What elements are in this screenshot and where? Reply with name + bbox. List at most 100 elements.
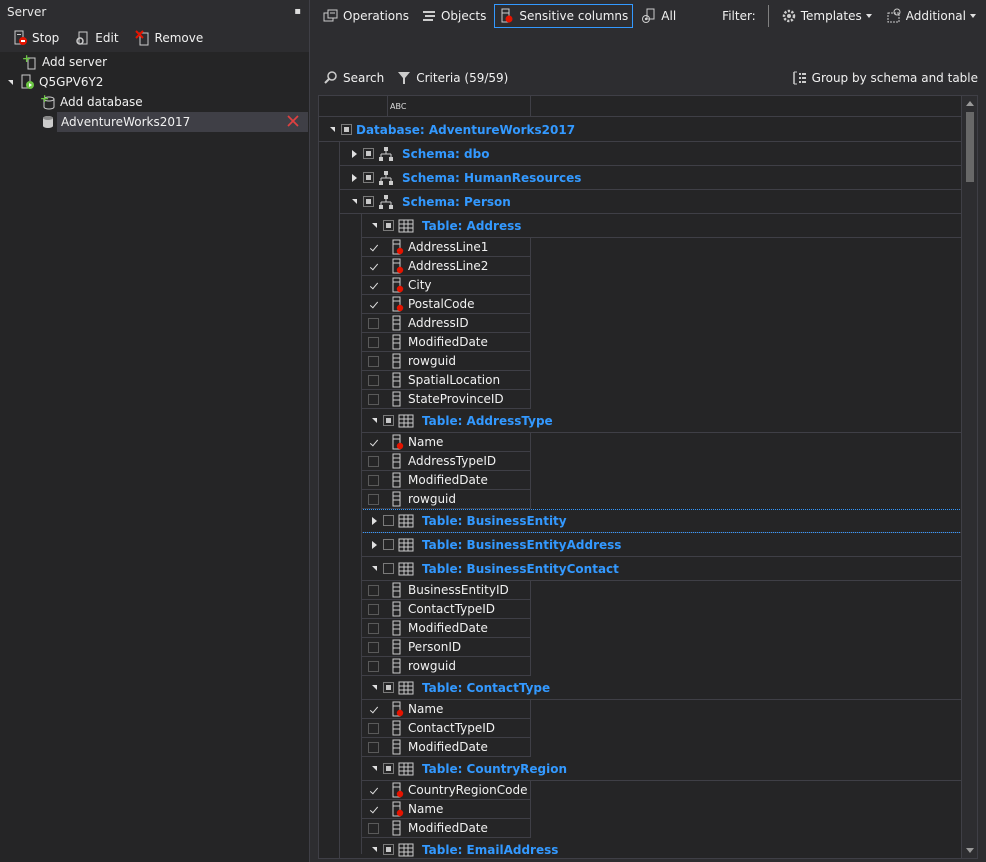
- table-node[interactable]: Table: EmailAddress: [361, 838, 962, 858]
- column-row[interactable]: rowguid: [361, 490, 531, 509]
- remove-button[interactable]: Remove: [131, 28, 208, 48]
- column-row[interactable]: Name: [361, 433, 531, 452]
- column-row[interactable]: ModifiedDate: [361, 333, 531, 352]
- column-row[interactable]: AddressID: [361, 314, 531, 333]
- checkbox-checked[interactable]: [368, 803, 379, 815]
- stop-button[interactable]: Stop: [8, 28, 63, 48]
- schema-node[interactable]: Schema: HumanResources: [339, 166, 962, 190]
- column-row[interactable]: BusinessEntityID: [361, 581, 531, 600]
- column-row[interactable]: ContactTypeID: [361, 719, 531, 738]
- checkbox-unchecked[interactable]: [368, 393, 379, 405]
- collapse-arrow-icon[interactable]: [369, 540, 379, 549]
- checkbox-unchecked[interactable]: [368, 493, 379, 505]
- checkbox-unchecked[interactable]: [368, 641, 379, 653]
- pin-icon[interactable]: ▪: [294, 0, 301, 24]
- database-node[interactable]: AdventureWorks2017: [0, 112, 309, 132]
- group-by-toggle[interactable]: Group by schema and table: [792, 66, 978, 90]
- server-node[interactable]: Q5GPV6Y2: [0, 72, 309, 92]
- column-row[interactable]: SpatialLocation: [361, 371, 531, 390]
- schema-node[interactable]: Schema: Person: [339, 190, 962, 214]
- checkbox-indeterminate[interactable]: [383, 844, 394, 855]
- checkbox-unchecked[interactable]: [368, 317, 379, 329]
- column-row[interactable]: ContactTypeID: [361, 600, 531, 619]
- column-row[interactable]: ModifiedDate: [361, 471, 531, 490]
- checkbox-unchecked[interactable]: [368, 741, 379, 753]
- checkbox-indeterminate[interactable]: [383, 415, 394, 426]
- scroll-up-icon[interactable]: [966, 101, 974, 106]
- checkbox-unchecked[interactable]: [368, 603, 379, 615]
- all-button[interactable]: All: [637, 4, 680, 28]
- expand-arrow-icon[interactable]: [369, 766, 379, 771]
- table-node[interactable]: Table: AddressType: [361, 409, 962, 433]
- checkbox-indeterminate[interactable]: [383, 763, 394, 774]
- scroll-thumb[interactable]: [966, 112, 974, 182]
- checkbox-unchecked[interactable]: [368, 622, 379, 634]
- expand-arrow-icon[interactable]: [369, 847, 379, 852]
- column-row[interactable]: AddressLine2: [361, 257, 531, 276]
- checkbox-checked[interactable]: [368, 298, 379, 310]
- column-row[interactable]: Name: [361, 700, 531, 719]
- checkbox-unchecked[interactable]: [368, 822, 379, 834]
- expand-arrow-icon[interactable]: [369, 566, 379, 571]
- table-node[interactable]: Table: Address: [361, 214, 962, 238]
- table-node[interactable]: Table: BusinessEntity: [361, 509, 962, 533]
- checkbox-unchecked[interactable]: [368, 455, 379, 467]
- checkbox-unchecked[interactable]: [368, 474, 379, 486]
- templates-button[interactable]: Templates: [781, 4, 872, 28]
- checkbox-unchecked[interactable]: [383, 563, 394, 574]
- checkbox-unchecked[interactable]: [383, 515, 394, 526]
- expand-arrow-icon[interactable]: [369, 418, 379, 423]
- checkbox-checked[interactable]: [368, 279, 379, 291]
- column-row[interactable]: AddressTypeID: [361, 452, 531, 471]
- checkbox-indeterminate[interactable]: [363, 196, 374, 207]
- expand-arrow-icon[interactable]: [369, 223, 379, 228]
- search-button[interactable]: Search: [323, 66, 384, 90]
- collapse-arrow-icon[interactable]: [369, 516, 379, 525]
- collapse-arrow-icon[interactable]: [349, 173, 359, 182]
- column-row[interactable]: StateProvinceID: [361, 390, 531, 409]
- checkbox-checked[interactable]: [368, 436, 379, 448]
- checkbox-checked[interactable]: [368, 703, 379, 715]
- checkbox-unchecked[interactable]: [368, 584, 379, 596]
- table-node[interactable]: Table: ContactType: [361, 676, 962, 700]
- checkbox-indeterminate[interactable]: [341, 124, 352, 135]
- column-row[interactable]: PersonID: [361, 638, 531, 657]
- criteria-button[interactable]: Criteria (59/59): [396, 66, 508, 90]
- checkbox-unchecked[interactable]: [368, 722, 379, 734]
- objects-button[interactable]: Objects: [417, 4, 490, 28]
- table-node[interactable]: Table: CountryRegion: [361, 757, 962, 781]
- expand-arrow-icon[interactable]: [349, 199, 359, 204]
- schema-node[interactable]: Schema: dbo: [339, 142, 962, 166]
- checkbox-indeterminate[interactable]: [383, 682, 394, 693]
- checkbox-checked[interactable]: [368, 784, 379, 796]
- add-database-item[interactable]: + Add database: [0, 92, 309, 112]
- database-node[interactable]: Database: AdventureWorks2017: [319, 118, 962, 142]
- table-node[interactable]: Table: BusinessEntityContact: [361, 557, 962, 581]
- checkbox-indeterminate[interactable]: [383, 220, 394, 231]
- close-icon[interactable]: [286, 114, 302, 130]
- add-server-item[interactable]: + Add server: [0, 52, 309, 72]
- column-row[interactable]: Name: [361, 800, 531, 819]
- collapse-arrow-icon[interactable]: [349, 149, 359, 158]
- column-row[interactable]: City: [361, 276, 531, 295]
- checkbox-checked[interactable]: [368, 260, 379, 272]
- column-row[interactable]: PostalCode: [361, 295, 531, 314]
- database-selected[interactable]: AdventureWorks2017: [57, 112, 308, 132]
- operations-button[interactable]: Operations: [319, 4, 413, 28]
- expand-arrow-icon[interactable]: [369, 685, 379, 690]
- column-row[interactable]: rowguid: [361, 657, 531, 676]
- column-row[interactable]: ModifiedDate: [361, 619, 531, 638]
- column-row[interactable]: AddressLine1: [361, 238, 531, 257]
- expand-arrow-icon[interactable]: [327, 127, 337, 132]
- scroll-down-icon[interactable]: [966, 848, 974, 853]
- checkbox-indeterminate[interactable]: [363, 148, 374, 159]
- collapse-arrow-icon[interactable]: [8, 79, 13, 85]
- edit-button[interactable]: Edit: [71, 28, 122, 48]
- column-row[interactable]: ModifiedDate: [361, 819, 531, 838]
- text-column-header[interactable]: ABC: [387, 96, 531, 117]
- checkbox-unchecked[interactable]: [368, 374, 379, 386]
- table-node[interactable]: Table: BusinessEntityAddress: [361, 533, 962, 557]
- checkbox-unchecked[interactable]: [368, 660, 379, 672]
- checkbox-unchecked[interactable]: [368, 355, 379, 367]
- column-row[interactable]: rowguid: [361, 352, 531, 371]
